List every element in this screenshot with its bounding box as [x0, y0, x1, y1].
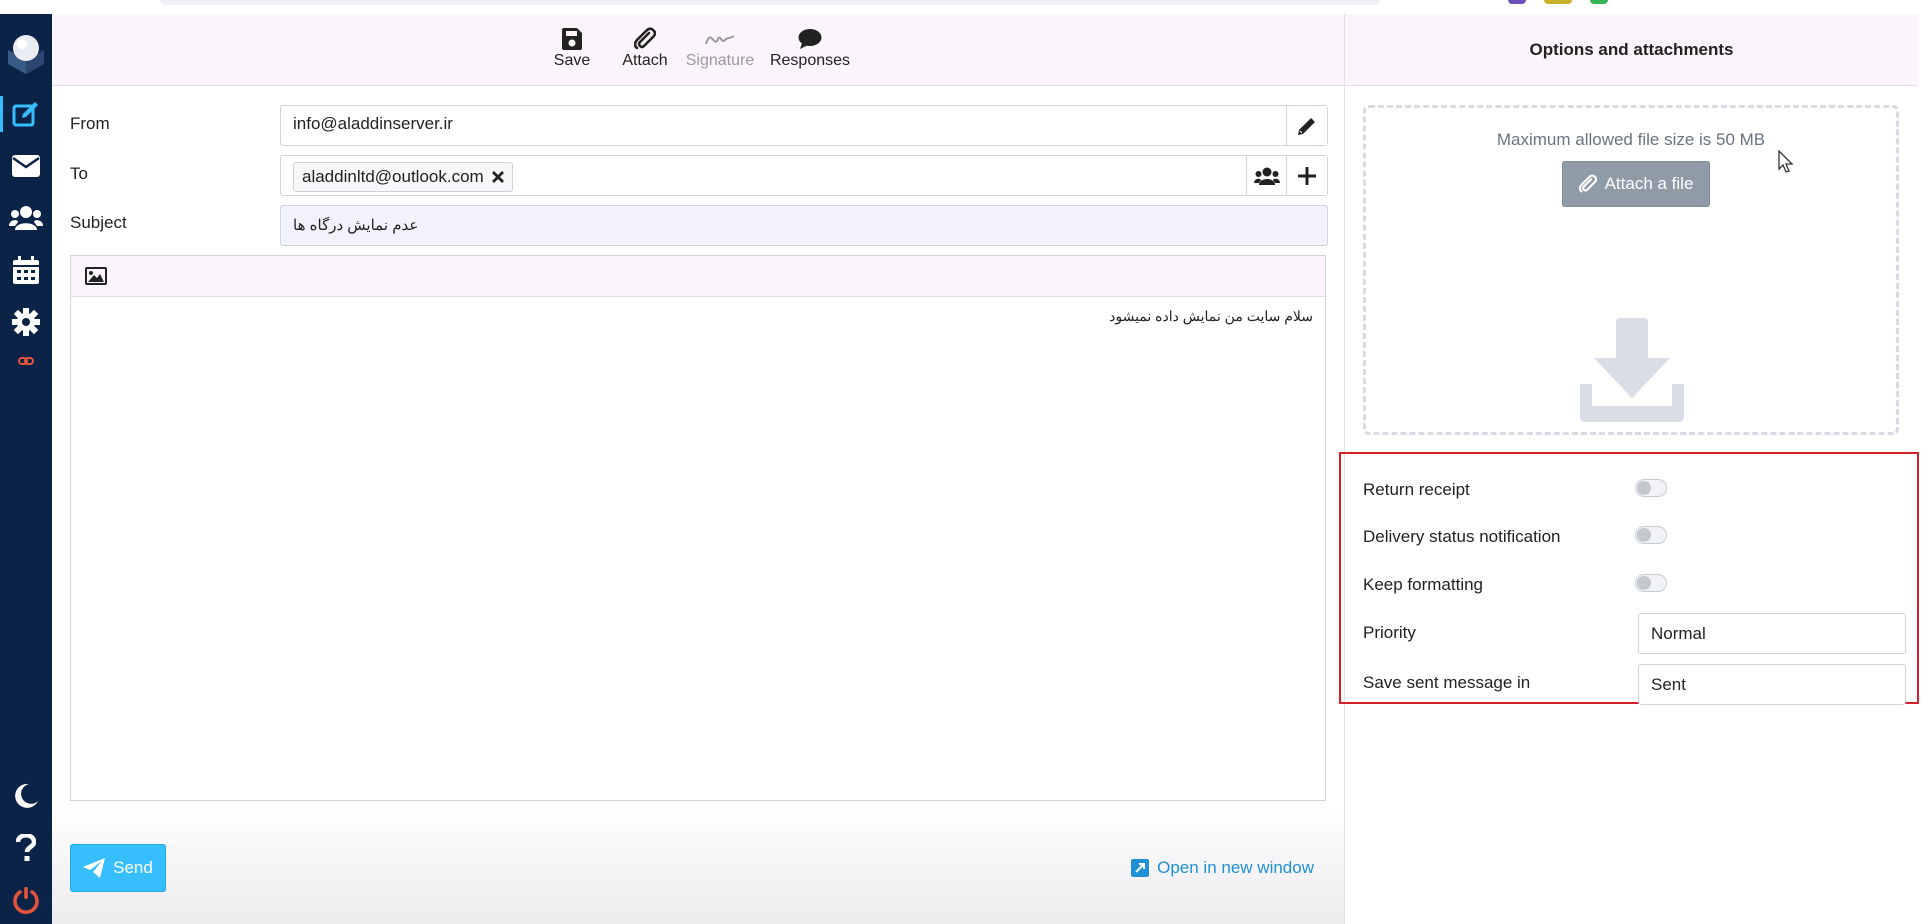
nav-contacts[interactable] [0, 196, 52, 240]
nav-help[interactable] [0, 826, 52, 870]
external-window-icon [1131, 859, 1150, 877]
download-icon [1580, 318, 1684, 422]
return-receipt-label: Return receipt [1363, 480, 1470, 499]
nav-logout[interactable] [0, 878, 52, 922]
nav-compose[interactable] [0, 92, 52, 136]
link-icon [18, 357, 34, 365]
remove-recipient-icon[interactable] [491, 171, 504, 183]
comment-icon [798, 29, 822, 49]
recipient-chip: aladdinltd@outlook.com [293, 162, 513, 192]
to-label: To [70, 164, 88, 183]
send-label: Send [113, 858, 153, 877]
paper-plane-icon [83, 858, 106, 878]
from-value: info@aladdinserver.ir [293, 114, 453, 133]
save-sent-label: Save sent message in [1363, 673, 1531, 692]
contacts-icon [9, 206, 43, 230]
extension-icon-green[interactable] [1590, 0, 1608, 4]
address-book-button[interactable] [1246, 156, 1287, 195]
address-bar-edge [160, 0, 1380, 5]
signature-icon [705, 35, 735, 45]
open-new-window-label: Open in new window [1157, 858, 1314, 877]
settings-icon [12, 308, 40, 336]
from-label: From [70, 114, 110, 133]
subject-value: عدم نمایش درگاه ها [293, 217, 419, 234]
save-icon [562, 28, 582, 50]
message-body[interactable]: سلام سایت من نمایش داده نمیشود [1109, 308, 1313, 325]
save-sent-select[interactable]: Sent [1638, 664, 1906, 705]
nav-mail[interactable] [0, 144, 52, 188]
plus-icon [1298, 166, 1316, 185]
to-field[interactable]: aladdinltd@outlook.com [280, 155, 1328, 196]
pencil-icon [1298, 117, 1315, 135]
paperclip-icon [1578, 174, 1597, 193]
dsn-label: Delivery status notification [1363, 527, 1561, 546]
nav-calendar[interactable] [0, 248, 52, 292]
mail-icon [12, 155, 40, 177]
priority-value: Normal [1651, 624, 1706, 643]
nav-dark-mode[interactable] [0, 774, 52, 818]
max-file-size-hint: Maximum allowed file size is 50 MB [1496, 130, 1766, 149]
power-icon [13, 887, 39, 914]
return-receipt-toggle[interactable] [1635, 479, 1667, 497]
subject-label: Subject [70, 213, 127, 232]
editor-toolbar [71, 256, 1325, 297]
edit-identity-button[interactable] [1286, 106, 1327, 145]
priority-select[interactable]: Normal [1638, 613, 1906, 654]
add-header-button[interactable] [1286, 156, 1327, 195]
recipient-address: aladdinltd@outlook.com [302, 167, 484, 186]
attach-file-label: Attach a file [1604, 174, 1694, 193]
extension-icon-yellow[interactable] [1544, 0, 1572, 4]
priority-label: Priority [1363, 623, 1416, 642]
options-panel: Options and attachments Maximum allowed … [1339, 14, 1919, 924]
sidebar-nav [0, 14, 52, 924]
keep-formatting-toggle[interactable] [1635, 574, 1667, 592]
users-icon [1254, 167, 1280, 185]
compose-icon [12, 102, 38, 127]
dsn-toggle[interactable] [1635, 526, 1667, 544]
moon-icon [15, 783, 39, 808]
nav-settings[interactable] [0, 300, 52, 344]
insert-image-icon[interactable] [85, 267, 107, 285]
keep-formatting-label: Keep formatting [1363, 575, 1484, 594]
from-field[interactable]: info@aladdinserver.ir [280, 105, 1328, 146]
signature-button[interactable]: Signature [684, 26, 756, 70]
compose-footer: Send Open in new window [52, 804, 1344, 924]
responses-button[interactable]: Responses [768, 26, 852, 70]
attach-file-button[interactable]: Attach a file [1562, 161, 1710, 207]
nav-link[interactable] [0, 346, 52, 376]
attach-button[interactable]: Attach [620, 26, 670, 70]
help-icon [16, 834, 36, 861]
extension-icon-purple[interactable] [1508, 0, 1526, 4]
attachment-dropzone[interactable]: Maximum allowed file size is 50 MB Attac… [1363, 105, 1899, 435]
browser-top-strip [0, 0, 1932, 14]
subject-input[interactable]: عدم نمایش درگاه ها [280, 205, 1328, 246]
save-button[interactable]: Save [552, 26, 592, 70]
compose-toolbar: Save Attach Signature Responses [52, 14, 1344, 86]
calendar-icon [13, 256, 39, 284]
roundcube-logo-icon[interactable] [4, 28, 48, 76]
send-button[interactable]: Send [70, 844, 166, 892]
mouse-cursor-icon [1778, 150, 1794, 173]
options-title: Options and attachments [1345, 14, 1918, 86]
message-editor[interactable]: سلام سایت من نمایش داده نمیشود [70, 255, 1326, 801]
save-sent-value: Sent [1651, 675, 1686, 694]
compose-panel: Save Attach Signature Responses From inf… [52, 14, 1344, 924]
paperclip-icon [634, 27, 656, 50]
open-new-window-link[interactable]: Open in new window [1131, 858, 1314, 878]
